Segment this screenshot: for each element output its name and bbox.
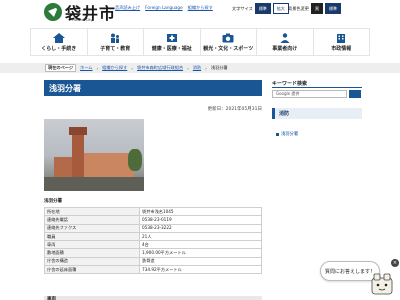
table-value: 鉄骨造 [139, 256, 262, 267]
photo-tree [128, 149, 142, 171]
breadcrumb-org-link[interactable]: 組織から探す [102, 65, 127, 71]
table-value: 1,900.00平方メートル [139, 248, 262, 258]
global-nav: くらし・手続き 子育て・教育 健康・医療・福祉 観光・文化・スポーツ 事業者向け… [30, 28, 370, 56]
breadcrumb-fire-link[interactable]: 消防 [193, 65, 201, 71]
table-row: 庁舎の構造 鉄骨造 [44, 256, 262, 267]
station-info-table: 所在地 袋井市浅名1045 連絡先電話 0538-23-0119 連絡先ファクス 05… [44, 206, 262, 275]
read-aloud-link[interactable]: 音声読み上げ [115, 5, 140, 11]
sidebar-category-fire[interactable]: 消防 [272, 108, 362, 119]
page-title: 浅羽分署 [44, 80, 262, 96]
table-row: 庁舎の延床面積 734.92平方メートル [44, 265, 262, 275]
font-size-standard-button[interactable]: 標準 [254, 3, 271, 14]
nav-item-childcare[interactable]: 子育て・教育 [88, 29, 144, 55]
breadcrumb: 現在のページ ホーム › 組織から探す › 袋井市森町広域行政組合 › 消防 ›… [0, 63, 400, 73]
bullet-icon [276, 132, 279, 136]
table-key: 庁舎の延床面積 [44, 265, 140, 275]
sidebar-link-asaba[interactable]: 浅羽分署 [276, 131, 298, 137]
table-value: 4台 [139, 240, 262, 250]
chatbot-mascot-icon[interactable] [368, 272, 396, 296]
header-links: 音声読み上げ Foreign Language 組織から探す [115, 5, 213, 11]
chevron-right-icon: › [131, 65, 133, 71]
keyword-search-title: キーワード検索 [272, 81, 308, 87]
table-key: 庁舎の構造 [44, 256, 140, 267]
nav-label: 健康・医療・福祉 [151, 45, 192, 52]
search-button[interactable] [349, 90, 361, 104]
section-heading-vehicles: 車両 [44, 296, 262, 300]
child-icon [111, 33, 120, 43]
nav-label: 観光・文化・スポーツ [203, 45, 254, 52]
photo-tower-top [69, 127, 87, 135]
chevron-right-icon: › [96, 65, 99, 71]
business-icon [280, 32, 290, 43]
site-header: 袋井市 Fukuroi City 音声読み上げ Foreign Language… [0, 0, 400, 26]
table-row: 車両 4台 [44, 240, 262, 250]
background-color-label: 背景色変更 [288, 5, 309, 11]
table-value: 21人 [139, 231, 262, 242]
building-icon [337, 33, 346, 43]
medical-icon [166, 33, 177, 42]
table-key: 職員 [44, 231, 140, 242]
nav-item-living[interactable]: くらし・手続き [30, 29, 88, 55]
breadcrumb-current-label: 現在のページ [45, 64, 77, 72]
home-icon [52, 32, 65, 43]
photo-tower [72, 133, 84, 178]
nav-item-tourism[interactable]: 観光・文化・スポーツ [201, 29, 257, 55]
chat-close-button[interactable]: × [391, 259, 399, 267]
nav-item-health[interactable]: 健康・医療・福祉 [144, 29, 201, 55]
photo-building-left [54, 157, 74, 179]
photo-ground [44, 177, 144, 191]
foreign-language-link[interactable]: Foreign Language [145, 5, 183, 11]
nav-label: 事業者向け [272, 45, 298, 52]
fire-station-photo [44, 119, 144, 191]
site-logo-subtitle: Fukuroi City [72, 18, 93, 22]
table-key: 所在地 [44, 206, 140, 217]
chevron-right-icon: › [187, 65, 189, 71]
photo-caption: 浅羽分署 [44, 199, 62, 204]
table-key: 連絡先ファクス [44, 223, 140, 233]
divider [272, 87, 362, 88]
table-key: 車両 [44, 240, 140, 250]
table-row: 連絡先ファクス 0538-23-3222 [44, 223, 262, 233]
search-icon [352, 98, 358, 104]
updated-date: 更新日：2021年05月31日 [207, 107, 262, 112]
font-size-large-button[interactable]: 拡大 [272, 3, 289, 14]
table-row: 敷地面積 1,900.00平方メートル [44, 248, 262, 258]
search-by-org-link[interactable]: 組織から探す [188, 5, 213, 11]
nav-item-city-info[interactable]: 市政情報 [314, 29, 370, 55]
table-value: 袋井市浅名1045 [139, 206, 262, 217]
table-key: 敷地面積 [44, 248, 140, 258]
keyword-search-input[interactable]: Google 提供 [272, 90, 347, 98]
table-value: 0538-23-3222 [139, 223, 262, 233]
table-row: 所在地 袋井市浅名1045 [44, 206, 262, 217]
nav-label: 市政情報 [331, 45, 352, 52]
font-size-label: 文字サイズ [232, 5, 253, 11]
breadcrumb-current-page: 浅羽分署 [210, 65, 228, 70]
color-black-button[interactable]: 黒 [310, 3, 323, 14]
nav-label: くらし・手続き [41, 45, 77, 52]
background-color-control: 背景色変更 黒 標準 [288, 3, 341, 14]
font-size-control: 文字サイズ 標準 拡大 [232, 3, 289, 14]
nav-item-business[interactable]: 事業者向け [257, 29, 314, 55]
breadcrumb-home-link[interactable]: ホーム [80, 65, 92, 71]
table-value: 734.92平方メートル [139, 265, 262, 275]
table-key: 連絡先電話 [44, 215, 140, 225]
table-row: 職員 21人 [44, 231, 262, 242]
table-value: 0538-23-0119 [139, 215, 262, 225]
photo-building [84, 153, 134, 178]
camera-icon [222, 33, 234, 42]
city-logo-icon[interactable] [44, 3, 62, 21]
table-row: 連絡先電話 0538-23-0119 [44, 215, 262, 225]
sidebar-link-label: 浅羽分署 [281, 132, 299, 137]
chevron-right-icon: › [205, 65, 207, 71]
nav-label: 子育て・教育 [100, 45, 131, 52]
color-standard-button[interactable]: 標準 [324, 3, 341, 14]
breadcrumb-union-link[interactable]: 袋井市森町広域行政組合 [137, 65, 183, 71]
